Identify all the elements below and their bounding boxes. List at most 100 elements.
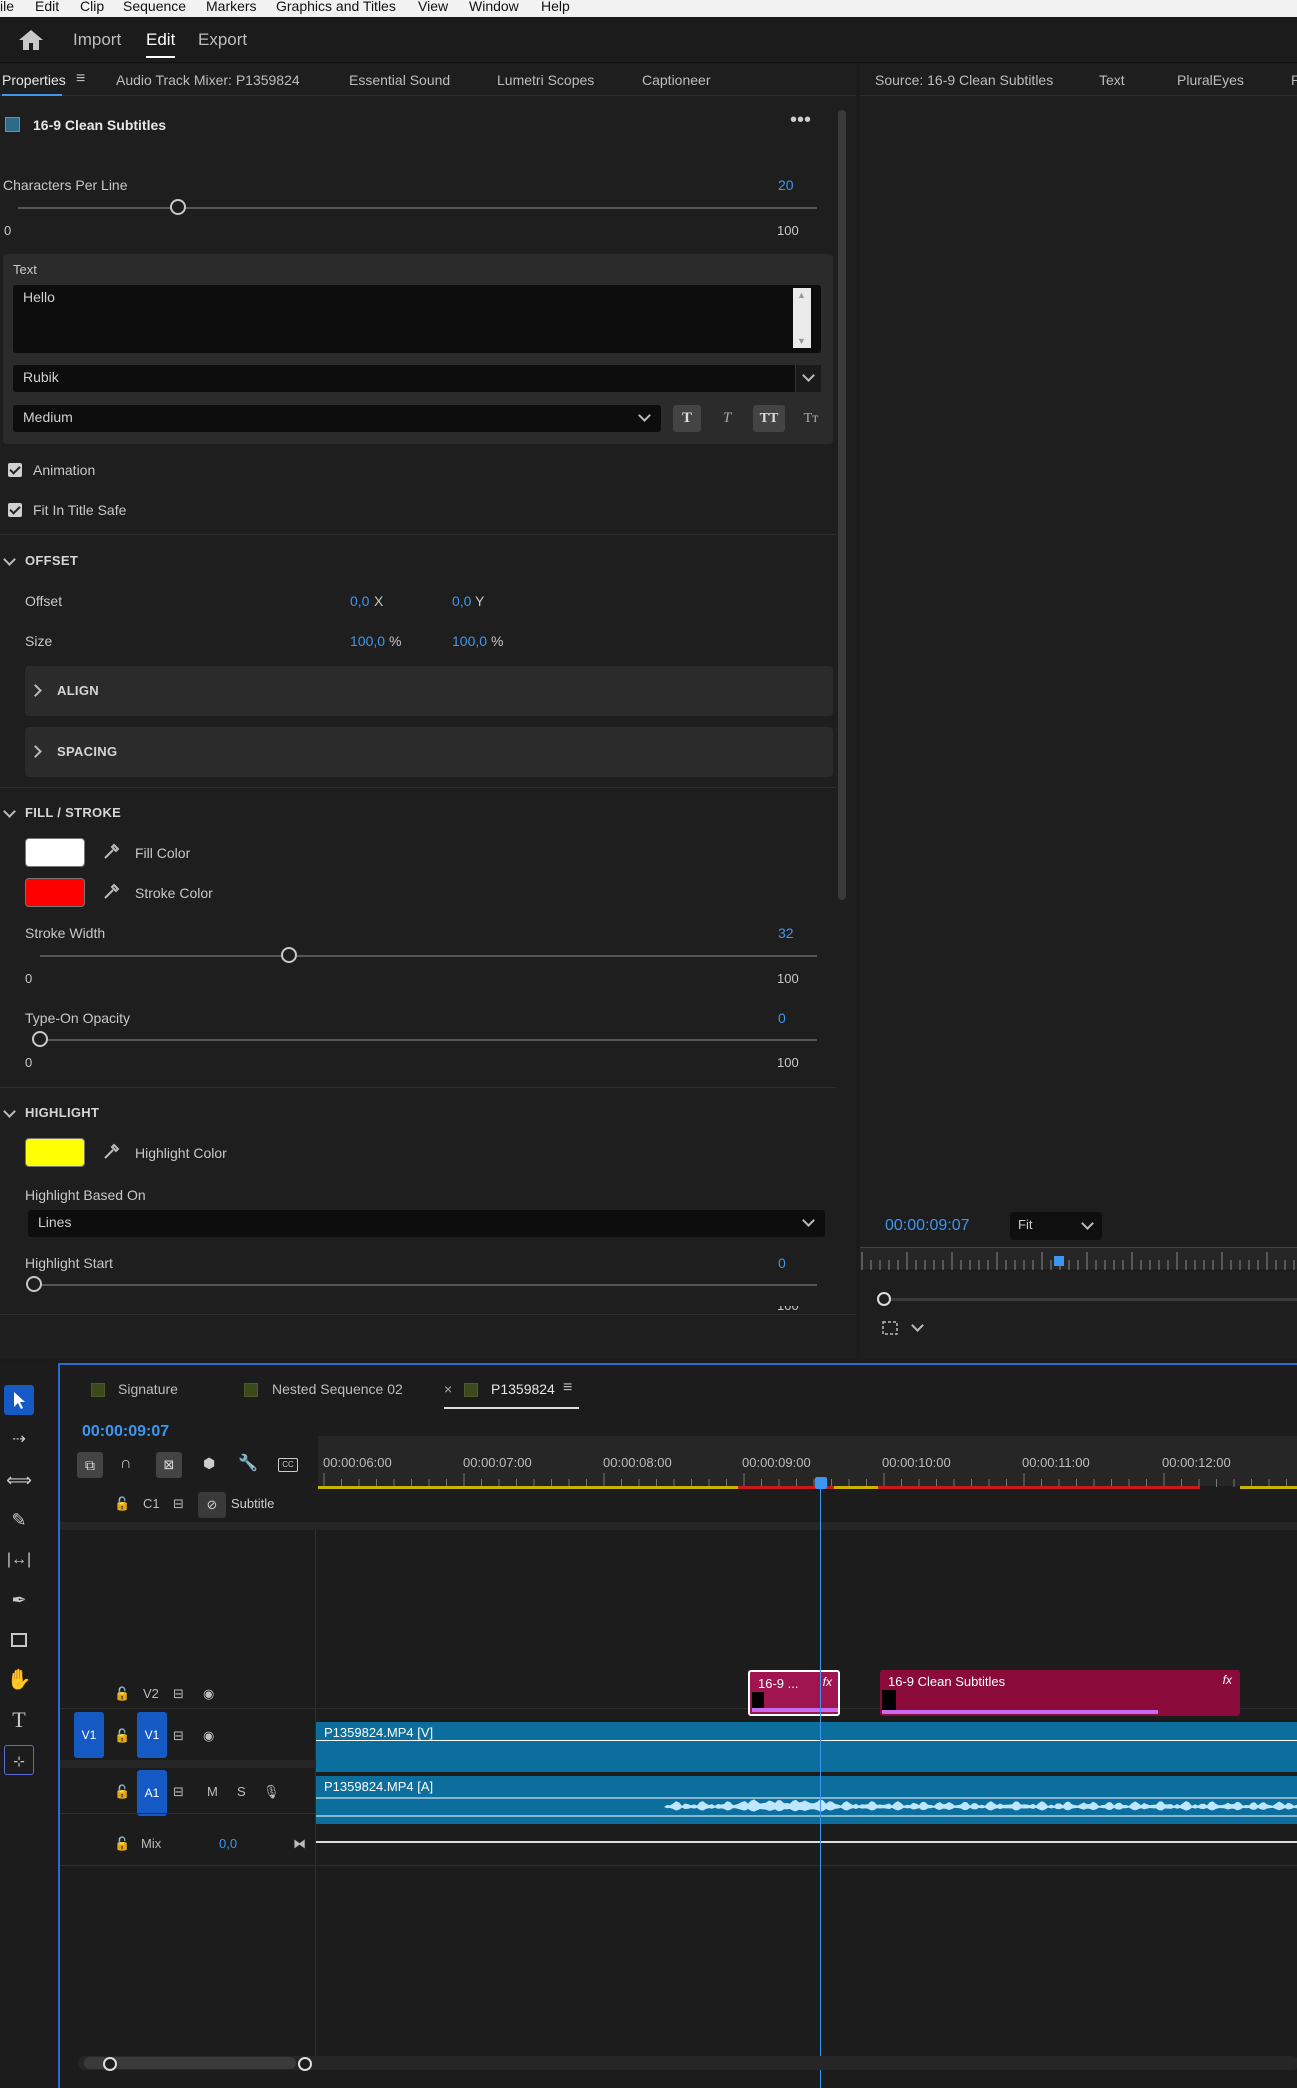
playhead-handle[interactable] bbox=[815, 1477, 827, 1489]
linked-selection-icon[interactable]: ⊠ bbox=[156, 1452, 182, 1478]
v1-source-patch[interactable]: V1 bbox=[74, 1712, 104, 1758]
panel-menu-icon[interactable]: ≡ bbox=[563, 1379, 572, 1397]
animation-checkbox[interactable] bbox=[8, 463, 22, 477]
audio-clip[interactable]: P1359824.MP4 [A] bbox=[316, 1776, 1297, 1824]
source-zoom-handle[interactable] bbox=[877, 1292, 891, 1306]
offset-x-value[interactable]: 0,0 bbox=[350, 593, 369, 609]
tab-pluraleyes[interactable]: PluralEyes bbox=[1177, 72, 1244, 88]
hide-captions-icon[interactable]: ⊘ bbox=[198, 1492, 226, 1518]
razor-tool-icon[interactable]: ✎ bbox=[4, 1505, 34, 1535]
microphone-icon[interactable]: 🎙 bbox=[263, 1784, 280, 1800]
text-input[interactable]: Hello ▲ ▼ bbox=[13, 285, 821, 353]
stroke-width-value[interactable]: 32 bbox=[778, 925, 794, 941]
spacing-section[interactable]: SPACING bbox=[25, 727, 833, 777]
menu-file[interactable]: ile bbox=[0, 0, 14, 14]
sync-lock-icon[interactable]: ⊟ bbox=[173, 1728, 184, 1744]
zoom-handle-right[interactable] bbox=[298, 2057, 312, 2071]
chevron-down-icon[interactable] bbox=[3, 553, 16, 566]
tab-signature[interactable]: Signature bbox=[118, 1381, 178, 1397]
all-caps-toggle-icon[interactable]: TT bbox=[753, 405, 785, 432]
source-time-ruler[interactable] bbox=[860, 1247, 1297, 1270]
highlight-based-on-select[interactable]: Lines bbox=[28, 1210, 825, 1237]
italic-toggle-icon[interactable]: T bbox=[713, 405, 741, 432]
export-tab[interactable]: Export bbox=[198, 30, 247, 50]
highlight-start-slider-thumb[interactable] bbox=[26, 1276, 42, 1292]
offset-header[interactable]: OFFSET bbox=[25, 553, 78, 568]
chevron-down-icon[interactable] bbox=[3, 805, 16, 818]
size-width-value[interactable]: 100,0 bbox=[350, 633, 385, 649]
chevron-down-icon[interactable] bbox=[3, 1105, 16, 1118]
sync-lock-icon[interactable]: ⊟ bbox=[173, 1496, 184, 1512]
menu-edit[interactable]: Edit bbox=[35, 0, 59, 14]
eye-icon[interactable]: ◉ bbox=[203, 1728, 214, 1744]
type-on-slider-thumb[interactable] bbox=[32, 1031, 48, 1047]
edit-tab[interactable]: Edit bbox=[146, 30, 175, 50]
lock-icon[interactable]: 🔓 bbox=[114, 1728, 130, 1744]
font-weight-select[interactable]: Medium bbox=[13, 405, 661, 432]
eyedropper-icon[interactable] bbox=[102, 843, 120, 861]
mix-value[interactable]: 0,0 bbox=[219, 1836, 237, 1851]
hand-tool-icon[interactable]: ✋ bbox=[4, 1665, 34, 1695]
lock-icon[interactable]: 🔓 bbox=[114, 1784, 130, 1800]
eyedropper-icon[interactable] bbox=[102, 1143, 120, 1161]
lock-icon[interactable]: 🔓 bbox=[114, 1836, 130, 1852]
align-section[interactable]: ALIGN bbox=[25, 666, 833, 716]
type-on-value[interactable]: 0 bbox=[778, 1010, 786, 1026]
track-select-tool-icon[interactable]: ⇢ bbox=[4, 1425, 34, 1455]
highlight-start-slider-track[interactable] bbox=[40, 1284, 817, 1286]
tab-essential-sound[interactable]: Essential Sound bbox=[349, 72, 450, 88]
zoom-select[interactable]: Fit bbox=[1010, 1212, 1102, 1240]
video-clip[interactable]: P1359824.MP4 [V] bbox=[316, 1722, 1297, 1772]
menu-help[interactable]: Help bbox=[541, 0, 570, 14]
panel-menu-icon[interactable]: ≡ bbox=[76, 70, 85, 88]
eye-icon[interactable]: ◉ bbox=[203, 1686, 214, 1702]
tab-overflow[interactable]: P bbox=[1291, 72, 1297, 88]
size-height-value[interactable]: 100,0 bbox=[452, 633, 487, 649]
stroke-width-slider-thumb[interactable] bbox=[280, 947, 297, 963]
mix-balance-icon[interactable]: ⧓ bbox=[293, 1836, 306, 1852]
cpl-slider-thumb[interactable] bbox=[169, 199, 186, 215]
source-timecode[interactable]: 00:00:09:07 bbox=[885, 1217, 970, 1235]
menu-view[interactable]: View bbox=[418, 0, 448, 14]
chevron-down-icon[interactable] bbox=[911, 1319, 924, 1332]
tab-lumetri-scopes[interactable]: Lumetri Scopes bbox=[497, 72, 594, 88]
source-viewer[interactable] bbox=[860, 96, 1297, 1196]
a1-track-target[interactable]: A1 bbox=[137, 1770, 167, 1816]
title-safe-checkbox[interactable] bbox=[8, 503, 22, 517]
stroke-width-slider-track[interactable] bbox=[40, 955, 817, 957]
source-playhead[interactable] bbox=[1054, 1256, 1064, 1266]
eyedropper-icon[interactable] bbox=[102, 883, 120, 901]
menu-graphics[interactable]: Graphics and Titles bbox=[276, 0, 396, 14]
source-zoom-bar[interactable] bbox=[891, 1298, 1297, 1301]
zoom-handle-left[interactable] bbox=[103, 2057, 117, 2071]
text-input-scrollbar[interactable]: ▲ ▼ bbox=[793, 288, 811, 348]
menu-clip[interactable]: Clip bbox=[80, 0, 104, 14]
playhead-line[interactable] bbox=[820, 1485, 821, 2088]
tab-source[interactable]: Source: 16-9 Clean Subtitles bbox=[875, 72, 1053, 88]
stroke-color-swatch[interactable] bbox=[25, 878, 85, 907]
sync-lock-icon[interactable]: ⊟ bbox=[173, 1784, 184, 1800]
lock-icon[interactable]: 🔓 bbox=[114, 1496, 130, 1512]
tab-audio-mixer[interactable]: Audio Track Mixer: P1359824 bbox=[116, 72, 300, 88]
offset-y-value[interactable]: 0,0 bbox=[452, 593, 471, 609]
subtitle-clip-2[interactable]: 16-9 Clean Subtitles fx bbox=[880, 1670, 1240, 1716]
small-caps-toggle-icon[interactable]: Tт bbox=[795, 405, 827, 432]
pen-tool-icon[interactable]: ✒ bbox=[4, 1585, 34, 1615]
home-icon[interactable] bbox=[18, 29, 44, 51]
type-on-slider-track[interactable] bbox=[40, 1039, 817, 1041]
lock-icon[interactable]: 🔓 bbox=[114, 1686, 130, 1702]
v1-track-target[interactable]: V1 bbox=[137, 1712, 167, 1758]
tab-nested-sequence[interactable]: Nested Sequence 02 bbox=[272, 1381, 403, 1397]
menu-sequence[interactable]: Sequence bbox=[123, 0, 186, 14]
fill-stroke-header[interactable]: FILL / STROKE bbox=[25, 805, 121, 820]
safe-margins-icon[interactable] bbox=[881, 1320, 899, 1336]
selection-tool-icon[interactable] bbox=[4, 1385, 34, 1415]
subtitle-clip-1[interactable]: 16-9 ... fx bbox=[748, 1670, 840, 1716]
highlight-color-swatch[interactable] bbox=[25, 1138, 85, 1167]
menu-window[interactable]: Window bbox=[469, 0, 519, 14]
mix-volume-line[interactable] bbox=[316, 1841, 1297, 1843]
solo-button[interactable]: S bbox=[237, 1784, 246, 1799]
cpl-value[interactable]: 20 bbox=[778, 177, 794, 193]
tab-p1359824[interactable]: P1359824 bbox=[491, 1381, 555, 1397]
type-tool-icon[interactable]: T bbox=[4, 1705, 34, 1735]
